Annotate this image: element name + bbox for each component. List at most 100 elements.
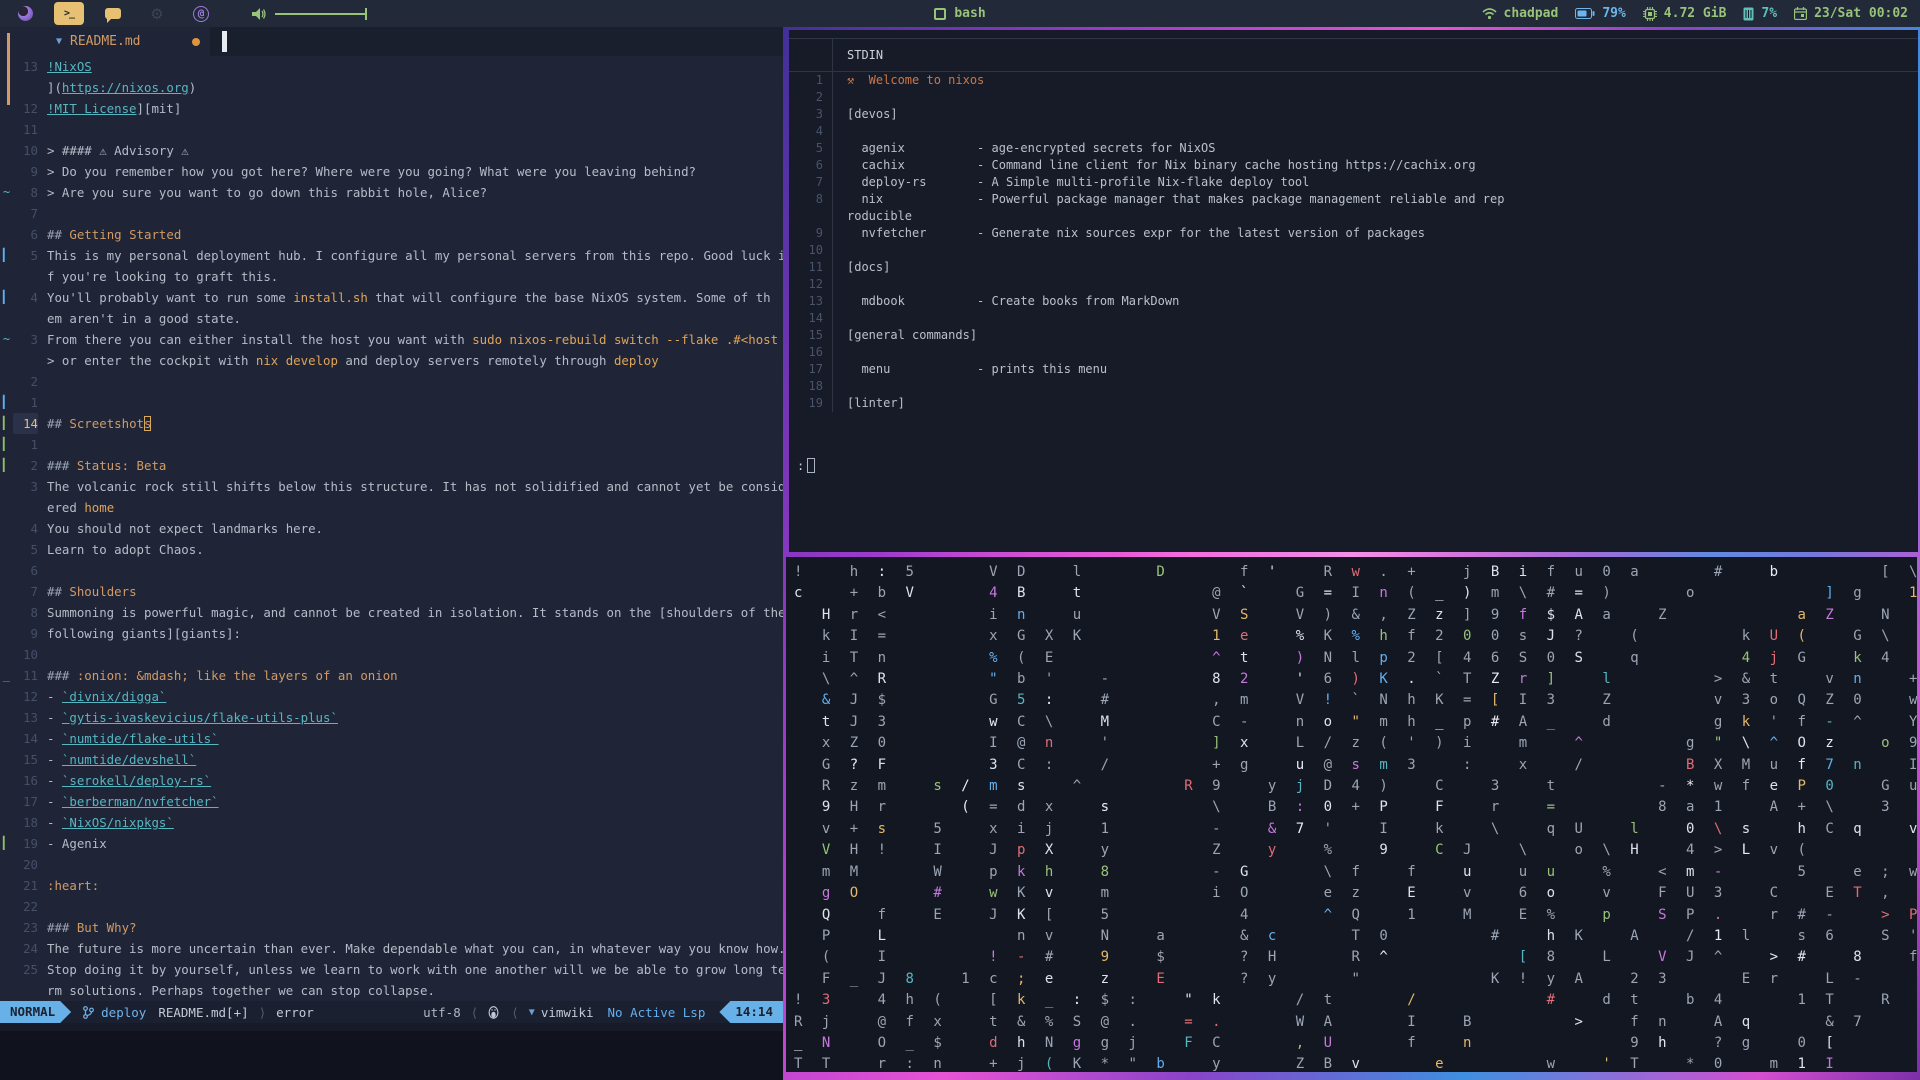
editor-line[interactable]: 9 > Do you remember how you got here? Whe…: [0, 161, 783, 182]
line-number: 4: [30, 290, 38, 305]
network-stat[interactable]: chadpad: [1481, 6, 1558, 21]
editor-line[interactable]: 10: [0, 644, 783, 665]
editor-line[interactable]: 12- `divnix/digga`: [0, 686, 783, 707]
markdown-link[interactable]: `gytis-ivaskevicius/flake-utils-plus`: [62, 710, 338, 725]
editor-line[interactable]: 25 Stop doing it by yourself, unless we l…: [0, 959, 783, 980]
editor-line[interactable]: 5 Learn to adopt Chaos.: [0, 539, 783, 560]
pager-line-number: 6: [789, 157, 833, 174]
editor-line[interactable]: ered home: [0, 497, 783, 518]
gitsign: [0, 896, 13, 917]
gitsign: [0, 497, 13, 518]
editor-line[interactable]: ▎ 19 - Agenix: [0, 833, 783, 854]
text-buffer[interactable]: 13 !NixOS](https://nixos.org) 12 !MIT Licen…: [0, 56, 783, 1001]
editor-line[interactable]: ▎ 1: [0, 434, 783, 455]
editor-line[interactable]: 11: [0, 119, 783, 140]
editor-line[interactable]: 21:heart:: [0, 875, 783, 896]
chat-icon[interactable]: [98, 2, 128, 25]
line-text: !NixOS: [47, 56, 92, 77]
battery-stat[interactable]: 79%: [1575, 6, 1626, 21]
pager-window[interactable]: STDIN 1 ⚒ Welcome to nixos 2 3 [devos] 4 5 age…: [789, 30, 1918, 552]
editor-line[interactable]: _ 11 ### :onion: &mdash; like the layers o…: [0, 665, 783, 686]
markdown-link[interactable]: `serokell/deploy-rs`: [62, 773, 211, 788]
pager-prompt[interactable]: :: [797, 458, 816, 473]
gitsign: ▎: [2, 395, 11, 409]
editor-line[interactable]: 6: [0, 560, 783, 581]
markdown-link[interactable]: `numtide/devshell`: [62, 752, 196, 767]
gitsign: ▎: [2, 458, 11, 472]
editor-line[interactable]: 10 > #### ⚠ Advisory ⚠: [0, 140, 783, 161]
editor-line[interactable]: 15- `numtide/devshell`: [0, 749, 783, 770]
editor-line[interactable]: ~3 From there you can either install the …: [0, 329, 783, 350]
gitsign: [0, 581, 13, 602]
volume-slider[interactable]: [275, 7, 367, 20]
markdown-link[interactable]: https://nixos.org: [62, 80, 189, 95]
pager-title: STDIN: [847, 48, 884, 62]
editor-window[interactable]: ▼ README.md 13 !NixOS](https://nixos.org)…: [0, 27, 783, 1031]
line-text: Learn to adopt Chaos.: [47, 539, 204, 560]
os-penguin-icon: [488, 1005, 499, 1019]
editor-line[interactable]: 2: [0, 371, 783, 392]
editor-line[interactable]: > or enter the cockpit with nix develop …: [0, 350, 783, 371]
at-icon[interactable]: @: [186, 2, 216, 25]
editor-line[interactable]: 7: [0, 203, 783, 224]
editor-line[interactable]: 13 !NixOS: [0, 56, 783, 77]
editor-line[interactable]: ▎ 2 ### Status: Beta: [0, 455, 783, 476]
editor-line[interactable]: 14- `numtide/flake-utils`: [0, 728, 783, 749]
editor-line[interactable]: ▎ 1: [0, 392, 783, 413]
editor-line[interactable]: 9 following giants][giants]:: [0, 623, 783, 644]
editor-line[interactable]: 12 !MIT License][mit]: [0, 98, 783, 119]
prompt-cursor: [807, 458, 816, 473]
matrix-window[interactable]: ! h : 5 V D l D f ' R w . + j B i f u 0 …: [786, 557, 1917, 1072]
editor-line[interactable]: ▎ 14 ## Screetshots: [0, 413, 783, 434]
speaker-icon: [252, 7, 266, 20]
editor-line[interactable]: 24 The future is more uncertain than ever…: [0, 938, 783, 959]
editor-line[interactable]: ▎ 5 This is my personal deployment hub. I …: [0, 245, 783, 266]
editor-line[interactable]: 22: [0, 896, 783, 917]
editor-line[interactable]: 7 ## Shoulders: [0, 581, 783, 602]
tab-readme[interactable]: ▼ README.md: [0, 27, 211, 56]
memory-stat[interactable]: 4.72 GiB: [1642, 6, 1726, 21]
text-segment: From there you can either install the ho…: [47, 332, 473, 347]
terminal-workspace-icon[interactable]: >_: [54, 2, 84, 25]
pager-line: 11 [docs]: [789, 259, 1918, 276]
markdown-link[interactable]: `berberman/nvfetcher`: [62, 794, 219, 809]
editor-line[interactable]: 13- `gytis-ivaskevicius/flake-utils-plus…: [0, 707, 783, 728]
text-segment: s: [144, 416, 152, 431]
volume-control[interactable]: [252, 7, 367, 21]
line-text: The future is more uncertain than ever. …: [47, 938, 783, 959]
cpu-stat[interactable]: 7%: [1743, 6, 1777, 21]
firefox-icon[interactable]: [10, 2, 40, 25]
line-number: 7: [30, 584, 38, 599]
editor-line[interactable]: 6 ## Getting Started: [0, 224, 783, 245]
editor-line[interactable]: 23 ### But Why?: [0, 917, 783, 938]
editor-line[interactable]: ▎ 4 You'll probably want to run some insta…: [0, 287, 783, 308]
markdown-link[interactable]: !NixOS: [47, 59, 92, 74]
gear-icon[interactable]: ⚙: [142, 2, 172, 25]
text-segment: install.sh: [293, 290, 368, 305]
markdown-link[interactable]: `numtide/flake-utils`: [62, 731, 219, 746]
editor-line[interactable]: 3 The volcanic rock still shifts below th…: [0, 476, 783, 497]
editor-line[interactable]: ](https://nixos.org): [0, 77, 783, 98]
editor-line[interactable]: 20: [0, 854, 783, 875]
line-number: 6: [30, 227, 38, 242]
editor-line[interactable]: 4 You should not expect landmarks here.: [0, 518, 783, 539]
editor-line[interactable]: 18- `NixOS/nixpkgs`: [0, 812, 783, 833]
matrix-row: F _ J 8 1 c ; e z E ? y " K ! y A 2 3 E …: [821, 970, 1868, 987]
editor-line[interactable]: 8 Summoning is powerful magic, and cannot…: [0, 602, 783, 623]
editor-line[interactable]: 16- `serokell/deploy-rs`: [0, 770, 783, 791]
editor-line[interactable]: em aren't in a good state.: [0, 308, 783, 329]
clock-stat[interactable]: 23/Sat 00:02: [1794, 6, 1908, 21]
line-number: 11: [23, 122, 38, 137]
line-number: 1: [30, 395, 38, 410]
markdown-link[interactable]: !MIT License: [47, 101, 137, 116]
filetype-icon: ▼: [528, 1006, 535, 1018]
pager-line: 10: [789, 242, 1918, 259]
markdown-link[interactable]: `divnix/digga`: [62, 689, 166, 704]
markdown-link[interactable]: `NixOS/nixpkgs`: [62, 815, 174, 830]
pager-line: 9 nvfetcher - Generate nix sources expr …: [789, 225, 1918, 242]
editor-line[interactable]: 17- `berberman/nvfetcher`: [0, 791, 783, 812]
editor-line[interactable]: f you're looking to graft this.: [0, 266, 783, 287]
editor-line[interactable]: rm solutions. Perhaps together we can st…: [0, 980, 783, 1001]
line-text: - `numtide/devshell`: [47, 749, 196, 770]
editor-line[interactable]: ~8 > Are you sure you want to go down thi…: [0, 182, 783, 203]
